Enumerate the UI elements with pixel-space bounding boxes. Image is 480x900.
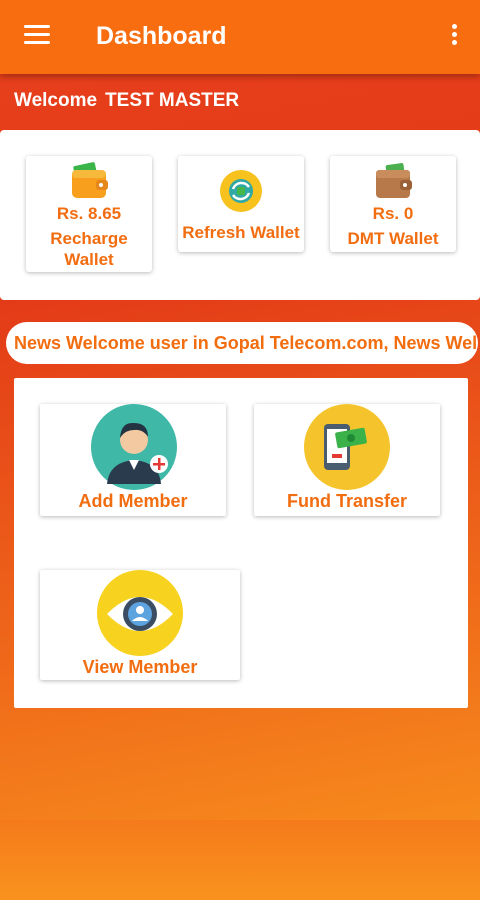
view-member-button[interactable]: View Member <box>40 570 240 680</box>
dmt-wallet-label: DMT Wallet <box>347 229 439 248</box>
refresh-wallet-label: Refresh Wallet <box>182 223 300 242</box>
hamburger-menu-icon[interactable] <box>24 25 50 47</box>
bottom-band <box>0 820 480 900</box>
more-vert-icon[interactable] <box>450 24 458 50</box>
view-member-label: View Member <box>82 657 198 677</box>
recharge-wallet-amount: Rs. 8.65 <box>56 204 122 223</box>
wallet-icon <box>72 162 108 198</box>
view-member-icon <box>97 570 183 656</box>
recharge-wallet-label: Recharge Wallet <box>50 229 128 269</box>
fund-transfer-label: Fund Transfer <box>286 491 407 511</box>
recharge-wallet-card[interactable]: Rs. 8.65 Recharge Wallet <box>26 156 152 272</box>
refresh-wallet-card[interactable]: Refresh Wallet <box>178 156 304 252</box>
menu-panel: Add Member Fund Transfer View Member <box>14 378 468 708</box>
welcome-row: Welcome TEST MASTER <box>14 90 239 112</box>
user-name: TEST MASTER <box>105 90 240 111</box>
app-bar: Dashboard <box>0 0 480 74</box>
page-title: Dashboard <box>96 22 227 50</box>
dmt-wallet-card[interactable]: Rs. 0 DMT Wallet <box>330 156 456 252</box>
fund-transfer-button[interactable]: Fund Transfer <box>254 404 440 516</box>
wallet-icon <box>376 163 412 198</box>
refresh-icon <box>220 170 262 212</box>
wallet-panel: Rs. 8.65 Recharge Wallet Refresh Wallet R… <box>0 130 480 300</box>
add-member-icon <box>91 404 177 490</box>
fund-transfer-icon <box>304 404 390 490</box>
welcome-label: Welcome <box>14 90 98 111</box>
news-ticker: News Welcome user in Gopal Telecom.com, … <box>6 322 478 364</box>
add-member-label: Add Member <box>78 491 188 511</box>
add-member-button[interactable]: Add Member <box>40 404 226 516</box>
dmt-wallet-amount: Rs. 0 <box>372 204 414 223</box>
